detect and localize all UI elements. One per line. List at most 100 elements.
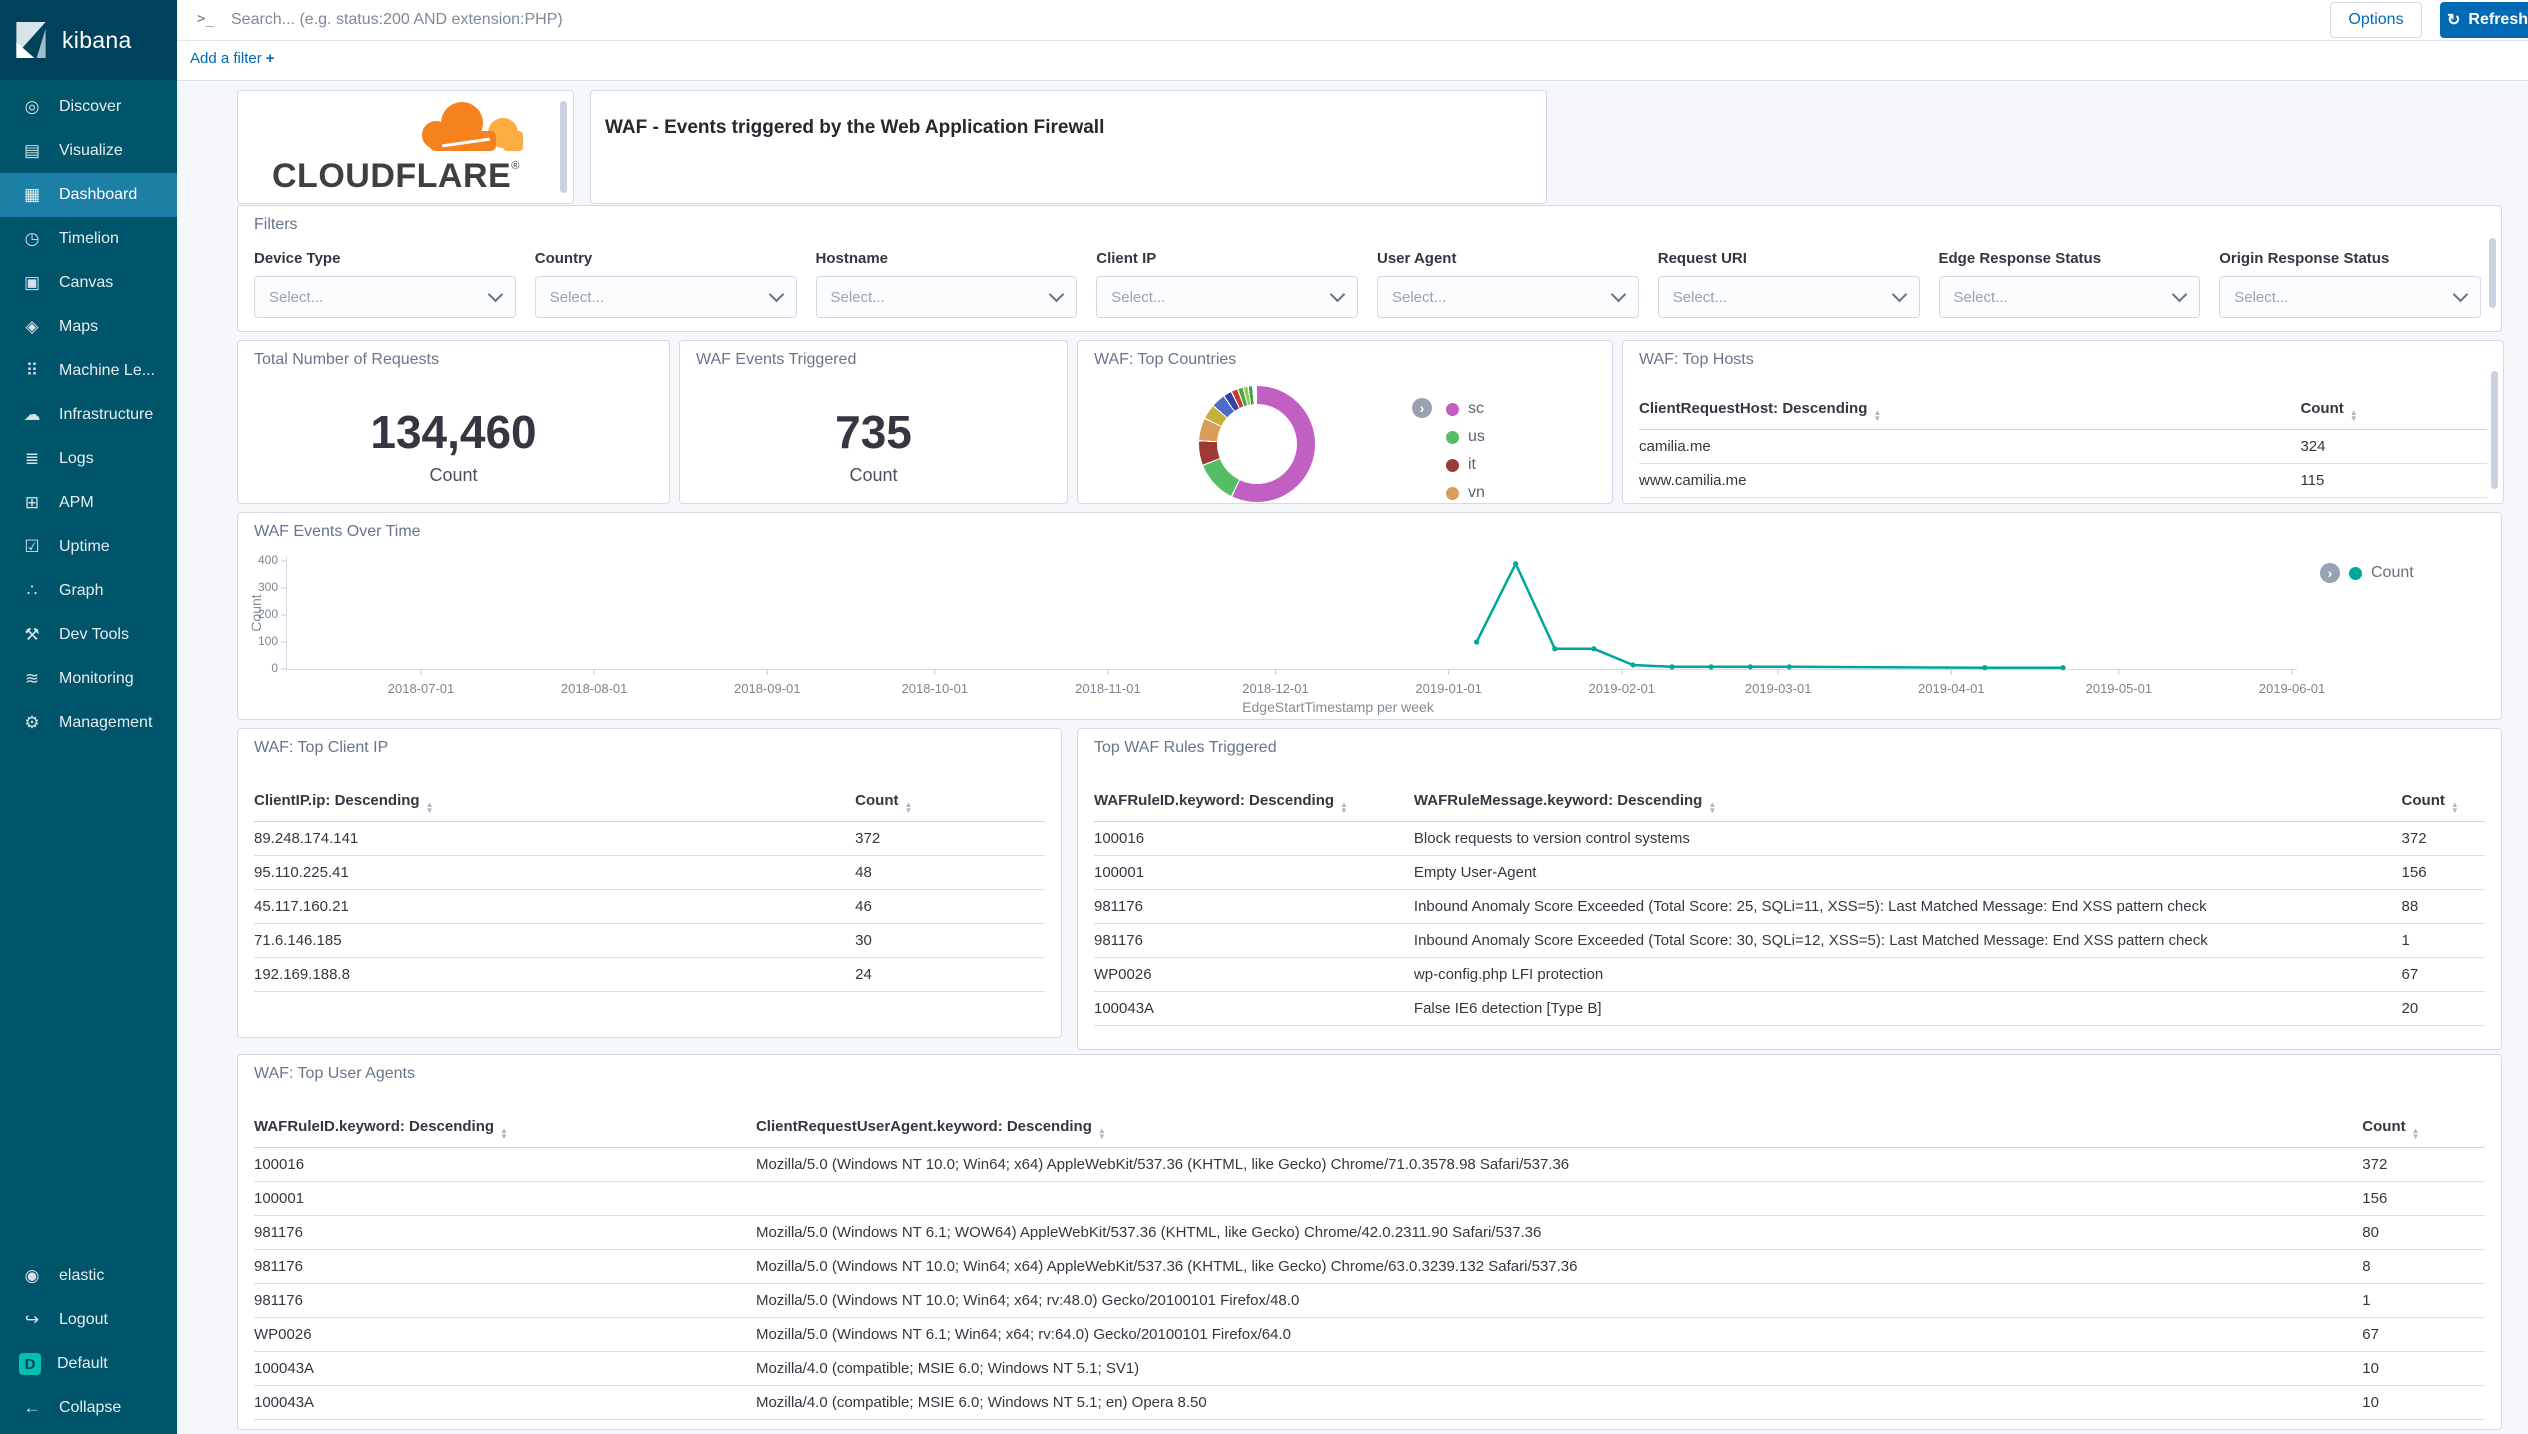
column-header[interactable]: WAFRuleID.keyword: Descending▲▼ <box>1094 785 1414 822</box>
top-client-ip-panel: WAF: Top Client IP ClientIP.ip: Descendi… <box>237 728 1062 1038</box>
table-cell: 372 <box>2402 822 2485 856</box>
sort-icon[interactable]: ▲▼ <box>2350 410 2358 422</box>
data-point[interactable] <box>1552 646 1557 651</box>
top-countries-donut[interactable] <box>1199 386 1315 502</box>
sidebar-item-machine-le[interactable]: ⠿Machine Le... <box>0 349 177 393</box>
options-button[interactable]: Options <box>2330 2 2422 38</box>
legend-expand-icon[interactable]: › <box>1412 398 1432 418</box>
table-cell: 100043A <box>254 1386 756 1420</box>
sidebar-footer-logout[interactable]: ↪Logout <box>0 1298 177 1342</box>
cloudflare-logo: CLOUDFLARE® <box>268 95 568 199</box>
legend-item-it[interactable]: it <box>1446 451 1485 479</box>
legend-item-us[interactable]: us <box>1446 423 1485 451</box>
panel-scrollbar[interactable] <box>2491 371 2498 489</box>
waf-events-label: Count <box>680 465 1067 486</box>
sort-icon[interactable]: ▲▼ <box>500 1128 508 1140</box>
filter-select-country[interactable]: Select... <box>535 276 797 318</box>
legend-item-sc[interactable]: sc <box>1446 395 1485 423</box>
column-header[interactable]: Count▲▼ <box>2300 393 2487 430</box>
column-header[interactable]: WAFRuleID.keyword: Descending▲▼ <box>254 1111 756 1148</box>
table-cell: 981176 <box>254 1216 756 1250</box>
sidebar-item-uptime[interactable]: ☑Uptime <box>0 525 177 569</box>
sidebar-item-logs[interactable]: ≣Logs <box>0 437 177 481</box>
table-cell: 156 <box>2362 1182 2485 1216</box>
data-point[interactable] <box>1474 639 1479 644</box>
data-point[interactable] <box>1591 646 1596 651</box>
column-header[interactable]: Count▲▼ <box>2362 1111 2485 1148</box>
filter-select-user-agent[interactable]: Select... <box>1377 276 1639 318</box>
sort-icon[interactable]: ▲▼ <box>2451 802 2459 814</box>
table-cell: 100043A <box>254 1352 756 1386</box>
table-cell: 45.117.160.21 <box>254 890 855 924</box>
sidebar-item-infrastructure[interactable]: ☁Infrastructure <box>0 393 177 437</box>
column-header[interactable]: ClientRequestUserAgent.keyword: Descendi… <box>756 1111 2362 1148</box>
sort-icon[interactable]: ▲▼ <box>1340 802 1348 814</box>
table-cell: Inbound Anomaly Score Exceeded (Total Sc… <box>1414 890 2402 924</box>
table-cell: 88 <box>2402 890 2485 924</box>
filters-panel: Filters Device TypeSelect...CountrySelec… <box>237 205 2502 332</box>
refresh-button[interactable]: ↻ Refresh <box>2440 2 2528 38</box>
query-bar: >_ Options ↻ Refresh <box>177 0 2528 41</box>
sidebar-item-management[interactable]: ⚙Management <box>0 701 177 745</box>
sort-icon[interactable]: ▲▼ <box>2412 1128 2420 1140</box>
data-point[interactable] <box>1787 664 1792 669</box>
column-header[interactable]: Count▲▼ <box>855 785 1045 822</box>
table-cell: 981176 <box>254 1284 756 1318</box>
column-header[interactable]: WAFRuleMessage.keyword: Descending▲▼ <box>1414 785 2402 822</box>
data-point[interactable] <box>1982 665 1987 670</box>
sidebar-item-visualize[interactable]: ▤Visualize <box>0 129 177 173</box>
chevron-down-icon <box>1891 287 1907 303</box>
data-point[interactable] <box>1669 664 1674 669</box>
table-cell: 981176 <box>1094 924 1414 958</box>
filter-select-device-type[interactable]: Select... <box>254 276 516 318</box>
sidebar-footer-collapse[interactable]: ←Collapse <box>0 1386 177 1430</box>
sort-icon[interactable]: ▲▼ <box>904 802 912 814</box>
kibana-logo[interactable]: kibana <box>0 0 177 80</box>
sort-icon[interactable]: ▲▼ <box>426 802 434 814</box>
sidebar-footer-elastic[interactable]: ◉elastic <box>0 1254 177 1298</box>
add-filter-button[interactable]: Add a filter+ <box>190 50 274 67</box>
sidebar-item-dev-tools[interactable]: ⚒Dev Tools <box>0 613 177 657</box>
uptime-icon: ☑ <box>21 537 43 557</box>
sidebar-item-timelion[interactable]: ◷Timelion <box>0 217 177 261</box>
top-hosts-table: ClientRequestHost: Descending▲▼Count▲▼ca… <box>1639 393 2487 498</box>
sort-icon[interactable]: ▲▼ <box>1708 802 1716 814</box>
sidebar-item-dashboard[interactable]: ▦Dashboard <box>0 173 177 217</box>
filter-select-origin-response-status[interactable]: Select... <box>2219 276 2481 318</box>
dashboard-title-panel: WAF - Events triggered by the Web Applic… <box>590 90 1547 204</box>
filter-select-client-ip[interactable]: Select... <box>1096 276 1358 318</box>
sidebar-item-maps[interactable]: ◈Maps <box>0 305 177 349</box>
data-point[interactable] <box>2060 665 2065 670</box>
filter-label: Country <box>535 250 797 267</box>
table-cell: 100016 <box>254 1148 756 1182</box>
column-header[interactable]: ClientIP.ip: Descending▲▼ <box>254 785 855 822</box>
table-cell <box>756 1182 2362 1216</box>
sort-icon[interactable]: ▲▼ <box>1098 1128 1106 1140</box>
sort-icon[interactable]: ▲▼ <box>1873 410 1881 422</box>
column-header[interactable]: ClientRequestHost: Descending▲▼ <box>1639 393 2300 430</box>
sidebar-footer-default[interactable]: DDefault <box>0 1342 177 1386</box>
data-point[interactable] <box>1748 664 1753 669</box>
sidebar-item-graph[interactable]: ∴Graph <box>0 569 177 613</box>
plus-icon: + <box>266 50 275 67</box>
maps-icon: ◈ <box>21 317 43 337</box>
filter-select-hostname[interactable]: Select... <box>816 276 1078 318</box>
data-point[interactable] <box>1709 664 1714 669</box>
legend-item-vn[interactable]: vn <box>1446 479 1485 504</box>
filter-select-edge-response-status[interactable]: Select... <box>1939 276 2201 318</box>
table-header-row: ClientRequestHost: Descending▲▼Count▲▼ <box>1639 393 2487 430</box>
sidebar-item-apm[interactable]: ⊞APM <box>0 481 177 525</box>
panel-scrollbar[interactable] <box>2489 238 2496 308</box>
sidebar-item-discover[interactable]: ◎Discover <box>0 85 177 129</box>
sidebar-item-canvas[interactable]: ▣Canvas <box>0 261 177 305</box>
sidebar-item-label: Timelion <box>59 230 119 248</box>
table-row: 100016Mozilla/5.0 (Windows NT 10.0; Win6… <box>254 1148 2485 1182</box>
sidebar-item-monitoring[interactable]: ≋Monitoring <box>0 657 177 701</box>
filter-select-request-uri[interactable]: Select... <box>1658 276 1920 318</box>
data-point[interactable] <box>1513 561 1518 566</box>
search-input[interactable] <box>229 4 2433 36</box>
column-header[interactable]: Count▲▼ <box>2402 785 2485 822</box>
panel-scrollbar[interactable] <box>560 101 567 193</box>
data-point[interactable] <box>1630 662 1635 667</box>
graph-icon: ∴ <box>21 581 43 601</box>
